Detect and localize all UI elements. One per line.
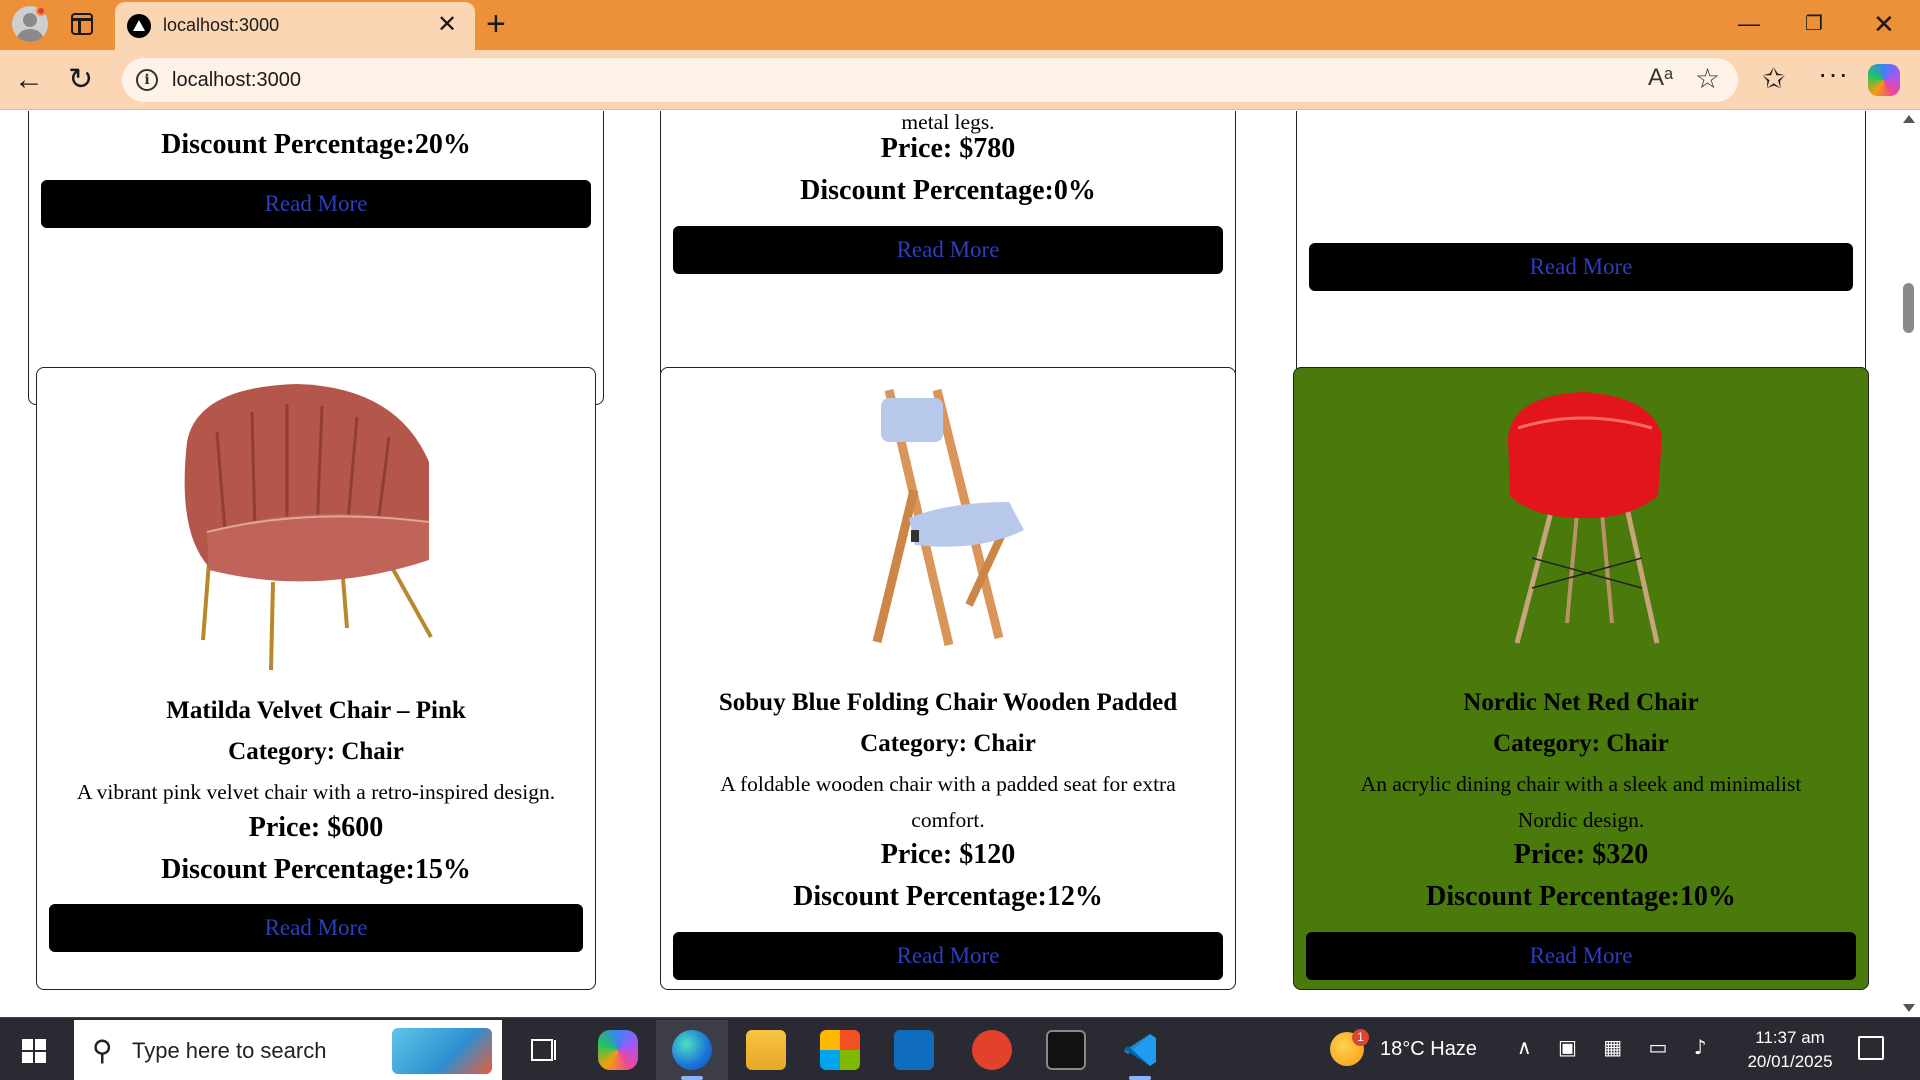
- product-card: Matilda Velvet Chair – Pink Category: Ch…: [36, 367, 596, 990]
- product-card: Sobuy Blue Folding Chair Wooden Padded C…: [660, 367, 1236, 990]
- browser-tab-bar: localhost:3000 ✕ + — ❐ ✕: [0, 0, 1920, 50]
- address-bar[interactable]: i localhost:3000 Aᵃ ☆: [122, 58, 1738, 102]
- product-description-line-2: comfort.: [911, 808, 985, 832]
- price-text: Price: $780: [880, 133, 1016, 164]
- microsoft-store-icon[interactable]: [820, 1030, 860, 1070]
- favorites-icon[interactable]: ✩: [1762, 62, 1785, 95]
- search-highlight-image: [392, 1028, 492, 1074]
- discount-text: Discount Percentage:20%: [161, 129, 471, 160]
- windows-taskbar: ⚲ Type here to search 1 18°C Haze ∧ ▣ ▦ …: [0, 1017, 1920, 1080]
- vscode-open-indicator: [1129, 1076, 1151, 1080]
- minimize-window-icon[interactable]: —: [1738, 6, 1760, 42]
- product-card-partial-2: metal legs. Price: $780 Discount Percent…: [660, 111, 1236, 405]
- product-title: Nordic Net Red Chair: [1463, 689, 1699, 716]
- product-image: [167, 382, 467, 672]
- taskbar-search-box[interactable]: ⚲ Type here to search: [74, 1020, 502, 1080]
- product-category: Category: Chair: [228, 738, 404, 765]
- file-explorer-icon[interactable]: [746, 1030, 786, 1070]
- product-title: Matilda Velvet Chair – Pink: [166, 697, 466, 724]
- product-image: [1452, 388, 1712, 648]
- notification-center-icon[interactable]: [1858, 1036, 1884, 1060]
- back-arrow-icon[interactable]: ←: [14, 60, 44, 100]
- page-viewport: Discount Percentage:20% Read More metal …: [0, 111, 1897, 1016]
- browser-tab-active[interactable]: localhost:3000 ✕: [115, 2, 475, 50]
- read-aloud-icon[interactable]: Aᵃ: [1648, 64, 1673, 92]
- product-discount: Discount Percentage:12%: [793, 881, 1103, 912]
- discount-text: Discount Percentage:0%: [800, 175, 1096, 206]
- read-more-button[interactable]: Read More: [1306, 932, 1856, 980]
- wps-office-icon[interactable]: [972, 1030, 1012, 1070]
- close-window-icon[interactable]: ✕: [1873, 6, 1895, 42]
- product-price: Price: $320: [1513, 839, 1649, 870]
- profile-notification-dot: [36, 6, 46, 16]
- read-more-button[interactable]: Read More: [673, 226, 1223, 274]
- pink-velvet-chair-image: [184, 384, 433, 671]
- read-more-button[interactable]: Read More: [1309, 243, 1853, 291]
- weather-text[interactable]: 18°C Haze: [1380, 1038, 1477, 1061]
- active-app-indicator: [681, 1076, 703, 1080]
- task-view-icon[interactable]: [524, 1030, 564, 1070]
- copilot-icon[interactable]: [1868, 64, 1900, 96]
- search-icon: ⚲: [92, 1035, 113, 1066]
- product-image: [819, 380, 1079, 650]
- product-card-highlighted: Nordic Net Red Chair Category: Chair An …: [1293, 367, 1869, 990]
- reload-icon[interactable]: ↻: [68, 60, 93, 100]
- url-text[interactable]: localhost:3000: [172, 69, 301, 92]
- site-info-icon[interactable]: i: [136, 69, 158, 91]
- product-category: Category: Chair: [1493, 730, 1669, 757]
- product-description: A vibrant pink velvet chair with a retro…: [76, 780, 556, 804]
- read-more-button[interactable]: Read More: [41, 180, 591, 228]
- scroll-down-arrow-icon[interactable]: [1903, 1004, 1915, 1012]
- outlook-icon[interactable]: [894, 1030, 934, 1070]
- read-more-button[interactable]: Read More: [673, 932, 1223, 980]
- new-tab-icon[interactable]: +: [486, 4, 506, 44]
- weather-badge: 1: [1352, 1029, 1369, 1046]
- taskbar-clock[interactable]: 11:37 am 20/01/2025: [1735, 1026, 1845, 1074]
- vscode-icon[interactable]: [1120, 1030, 1160, 1070]
- read-more-button[interactable]: Read More: [49, 904, 583, 952]
- red-acrylic-chair-image: [1508, 392, 1662, 644]
- more-options-icon[interactable]: ···: [1818, 58, 1849, 90]
- restore-window-icon[interactable]: ❐: [1805, 6, 1823, 42]
- product-description-line-2: Nordic design.: [1517, 808, 1645, 832]
- tab-actions-icon[interactable]: [71, 13, 93, 35]
- address-bar-row: ← ↻ i localhost:3000 Aᵃ ☆ ✩ ···: [0, 50, 1920, 110]
- product-price: Price: $120: [880, 839, 1016, 870]
- copilot-app-icon[interactable]: [598, 1030, 638, 1070]
- product-description-line-1: A foldable wooden chair with a padded se…: [720, 772, 1176, 796]
- close-tab-icon[interactable]: ✕: [437, 11, 457, 39]
- favorite-star-icon[interactable]: ☆: [1695, 63, 1720, 95]
- product-description-line-1: An acrylic dining chair with a sleek and…: [1360, 772, 1802, 796]
- product-card-partial-3: Read More: [1296, 111, 1866, 405]
- edge-browser-icon[interactable]: [672, 1030, 712, 1070]
- tab-title: localhost:3000: [163, 15, 280, 35]
- product-discount: Discount Percentage:15%: [161, 854, 471, 885]
- product-category: Category: Chair: [860, 730, 1036, 757]
- clock-time: 11:37 am: [1755, 1028, 1825, 1047]
- blue-folding-chair-image: [872, 388, 1024, 647]
- scrollbar-thumb[interactable]: [1903, 283, 1914, 333]
- system-tray-icons[interactable]: ∧ ▣ ▦ ▭ ♪: [1517, 1035, 1717, 1059]
- product-discount: Discount Percentage:10%: [1426, 881, 1736, 912]
- page-scrollbar[interactable]: [1897, 111, 1920, 1016]
- search-placeholder: Type here to search: [132, 1038, 327, 1063]
- clock-date: 20/01/2025: [1747, 1052, 1833, 1071]
- product-title: Sobuy Blue Folding Chair Wooden Padded: [718, 689, 1178, 716]
- nextjs-favicon-icon: [127, 14, 151, 38]
- product-card-partial-1: Discount Percentage:20% Read More: [28, 111, 604, 405]
- product-price: Price: $600: [248, 812, 384, 843]
- windows-start-icon[interactable]: [22, 1039, 46, 1063]
- terminal-icon[interactable]: [1046, 1030, 1086, 1070]
- scroll-up-arrow-icon[interactable]: [1903, 115, 1915, 123]
